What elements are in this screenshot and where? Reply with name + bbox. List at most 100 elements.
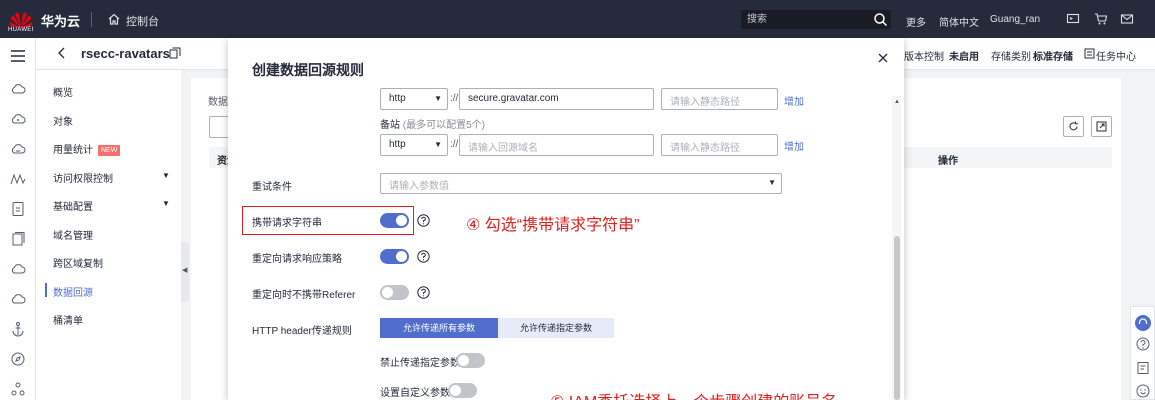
hamburger-menu-icon[interactable] <box>10 48 26 64</box>
no-referer-label: 重定向时不携带Referer <box>252 290 356 301</box>
nav-basic-config[interactable]: 基础配置 <box>53 198 93 213</box>
mail-icon[interactable] <box>1120 12 1134 26</box>
chevron-down-icon[interactable]: ▼ <box>162 199 170 208</box>
console-link[interactable]: 控制台 <box>126 13 159 29</box>
nav-access-control[interactable]: 访问权限控制 <box>53 170 113 185</box>
scrollbar-thumb[interactable] <box>894 236 900 400</box>
copy-icon[interactable] <box>169 47 181 59</box>
caret-down-icon: ▼ <box>434 94 442 103</box>
add-standby-link[interactable]: 增加 <box>784 138 804 153</box>
standby-protocol-value: http <box>389 139 406 150</box>
top-navigation-bar: HUAWEI 华为云 控制台 更多 简体中文 Guang_ran <box>0 0 1155 38</box>
home-icon[interactable] <box>107 12 121 26</box>
nav-back-to-source[interactable]: 数据回源 <box>53 284 93 299</box>
standby-hint: (最多可以配置5个) <box>402 120 486 131</box>
more-menu[interactable]: 更多 <box>906 14 926 29</box>
sidebar-collapse-handle[interactable]: ◀ <box>181 242 189 302</box>
forbid-specific-params-toggle[interactable] <box>456 353 485 368</box>
toggle-knob <box>458 355 469 366</box>
logo-text: HUAWEI <box>8 27 34 33</box>
smile-icon[interactable] <box>1136 384 1150 398</box>
primary-protocol-select[interactable]: http ▼ <box>380 88 448 110</box>
chevron-down-icon[interactable]: ▼ <box>162 171 170 180</box>
nav-objects[interactable]: 对象 <box>53 113 73 128</box>
custom-params-toggle[interactable] <box>448 383 477 398</box>
redirect-policy-toggle[interactable] <box>380 249 409 264</box>
standby-label: 备站 (最多可以配置5个) <box>380 116 485 131</box>
standby-protocol-select[interactable]: http ▼ <box>380 134 448 156</box>
dialog-title: 创建数据回源规则 <box>252 62 364 78</box>
global-search[interactable] <box>741 10 891 29</box>
redirect-policy-label: 重定向请求响应策略 <box>252 254 342 265</box>
cart-icon[interactable] <box>1094 12 1108 26</box>
forbid-specific-params-label: 禁止传递指定参数 <box>380 358 460 369</box>
toggle-knob <box>396 215 407 226</box>
retry-condition-select[interactable]: 请输入参数值 ▼ <box>380 173 782 194</box>
primary-static-path-input[interactable]: 请输入静态路径 <box>661 88 778 110</box>
feedback-icon[interactable] <box>1136 361 1150 375</box>
cloud-backup-icon[interactable] <box>10 291 26 307</box>
allow-specific-params-option[interactable]: 允许传递指定参数 <box>498 318 614 338</box>
network-icon[interactable] <box>10 381 26 397</box>
nav-domain-management[interactable]: 域名管理 <box>53 227 93 242</box>
console-screen-icon[interactable] <box>1066 12 1080 26</box>
add-primary-link[interactable]: 增加 <box>784 93 804 108</box>
caret-down-icon: ▼ <box>434 140 442 149</box>
cloud-sync-icon[interactable] <box>10 261 26 277</box>
files-icon[interactable] <box>10 231 26 247</box>
export-button[interactable] <box>1091 116 1112 137</box>
search-icon[interactable] <box>873 12 888 27</box>
help-icon[interactable] <box>417 250 430 263</box>
task-center-icon[interactable] <box>1084 48 1095 59</box>
scroll-up-icon[interactable]: ▲ <box>894 99 900 105</box>
user-menu[interactable]: Guang_ran <box>990 14 1040 25</box>
allow-all-params-option[interactable]: 允许传递所有参数 <box>380 318 498 338</box>
primary-domain-input[interactable]: secure.gravatar.com <box>459 88 654 110</box>
compass-icon[interactable] <box>10 351 26 367</box>
nav-overview[interactable]: 概览 <box>53 84 73 99</box>
standby-domain-input[interactable]: 请输入回源域名 <box>459 134 654 156</box>
anchor-icon[interactable] <box>10 321 26 337</box>
nav-usage-stats-label: 用量统计 <box>53 145 93 156</box>
retry-condition-placeholder: 请输入参数值 <box>389 181 449 192</box>
step4-annotation: ④ 勾选“携带请求字符串” <box>466 217 640 234</box>
cloud-icon[interactable] <box>10 81 26 97</box>
nav-cross-region-replication[interactable]: 跨区域复制 <box>53 255 103 270</box>
custom-params-label: 设置自定义参数 <box>380 388 450 399</box>
toggle-knob <box>450 385 461 396</box>
primary-protocol-value: http <box>389 93 406 104</box>
divider <box>91 12 92 27</box>
close-icon[interactable] <box>877 52 889 64</box>
nav-bucket-inventory[interactable]: 桶清单 <box>53 312 83 327</box>
floating-help-toolbar <box>1130 306 1155 400</box>
language-switch[interactable]: 简体中文 <box>939 14 979 29</box>
storage-class-value: 标准存储 <box>1033 52 1073 63</box>
task-center-link[interactable]: 任务中心 <box>1096 48 1136 63</box>
carry-query-string-toggle[interactable] <box>380 213 409 228</box>
search-input[interactable] <box>747 12 865 27</box>
back-icon[interactable] <box>55 46 69 60</box>
retry-condition-label: 重试条件 <box>252 182 292 193</box>
bucket-side-navigation: 概览 对象 用量统计 NEW 访问权限控制 ▼ 基础配置 ▼ 域名管理 跨区域复制… <box>36 70 181 400</box>
no-referer-toggle[interactable] <box>380 285 409 300</box>
service-icon-rail <box>0 38 36 400</box>
scheme-separator: :// <box>450 93 459 104</box>
help-icon[interactable] <box>417 286 430 299</box>
nav-usage-stats[interactable]: 用量统计 NEW <box>53 141 121 156</box>
refresh-icon <box>1069 121 1078 131</box>
step5-annotation: ⑤ IAM委托选择上一个步骤创建的账号名 <box>550 388 837 400</box>
new-badge: NEW <box>98 145 121 156</box>
help-icon[interactable] <box>1136 337 1150 351</box>
bucket-name: rsecc-ravatars <box>81 46 170 61</box>
monitoring-icon[interactable] <box>10 171 26 187</box>
cloud-storage-icon[interactable] <box>10 141 26 157</box>
create-rule-button[interactable] <box>209 116 229 138</box>
refresh-button[interactable] <box>1063 116 1084 137</box>
brand-name[interactable]: 华为云 <box>41 11 80 30</box>
cloud-service-icon[interactable] <box>10 111 26 127</box>
help-icon[interactable] <box>417 214 430 227</box>
panel-label: 数据 <box>208 97 228 108</box>
document-icon[interactable] <box>10 201 26 217</box>
customer-service-icon[interactable] <box>1135 315 1151 331</box>
standby-static-path-input[interactable]: 请输入静态路径 <box>661 134 778 156</box>
